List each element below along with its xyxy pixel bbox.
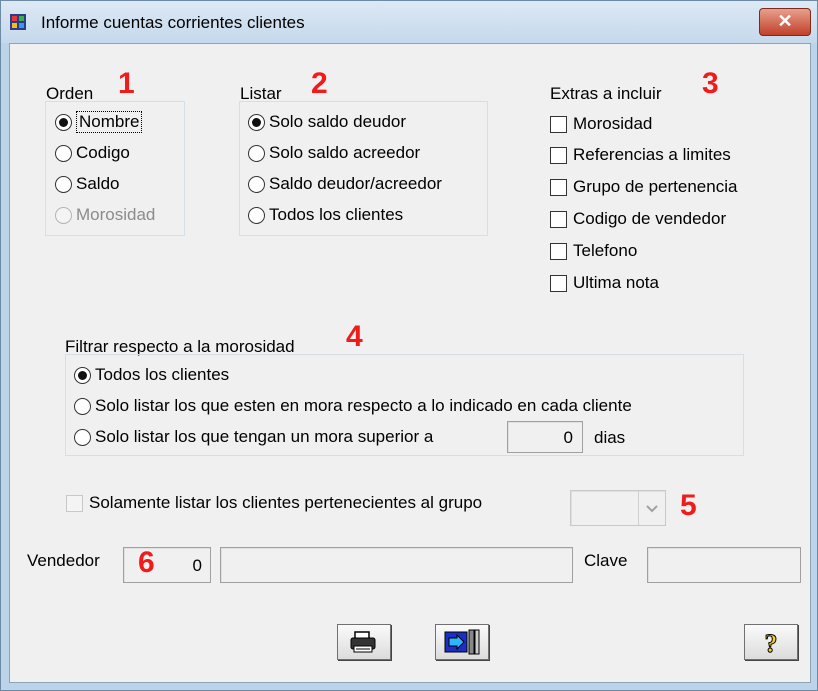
radio-icon (55, 206, 72, 224)
radio-icon[interactable] (74, 397, 91, 415)
vendedor-name-input[interactable] (220, 547, 573, 583)
option-label: Solo saldo deudor (269, 112, 407, 131)
svg-text:?: ? (765, 629, 778, 658)
grupo-select[interactable] (570, 490, 666, 526)
clave-input[interactable] (647, 547, 801, 583)
checkbox-icon[interactable] (66, 494, 83, 512)
orden-option-morosidad: Morosidad (55, 203, 155, 227)
option-label: Grupo de pertenencia (573, 177, 738, 196)
listar-option-deudor[interactable]: Solo saldo deudor (248, 110, 406, 134)
option-label: Todos los clientes (95, 365, 230, 384)
dialog-body: Orden 1 Nombre Codigo Saldo Morosidad Li… (9, 43, 811, 683)
extra-referencias[interactable]: Referencias a limites (550, 143, 731, 167)
days-value: 0 (563, 428, 573, 447)
close-button[interactable]: ✕ (759, 8, 811, 36)
radio-icon[interactable] (55, 144, 72, 162)
checkbox-icon[interactable] (550, 146, 567, 164)
vendedor-code-value: 0 (192, 556, 202, 575)
callout-1: 1 (118, 67, 135, 100)
listar-option-acreedor[interactable]: Solo saldo acreedor (248, 141, 420, 165)
grupo-filter[interactable]: Solamente listar los clientes pertenecie… (66, 491, 482, 515)
orden-option-saldo[interactable]: Saldo (55, 172, 119, 196)
print-button[interactable] (337, 624, 391, 660)
exit-button[interactable] (435, 624, 489, 660)
filtrar-option-mora-superior[interactable]: Solo listar los que tengan un mora super… (74, 425, 433, 449)
days-input[interactable]: 0 (507, 421, 583, 453)
checkbox-icon[interactable] (550, 178, 567, 196)
option-label: Solo listar los que esten en mora respec… (95, 396, 632, 415)
listar-option-deudor-acreedor[interactable]: Saldo deudor/acreedor (248, 172, 442, 196)
help-question-icon: ? (764, 629, 778, 659)
checkbox-icon[interactable] (550, 274, 567, 292)
days-label: dias (594, 428, 626, 447)
radio-icon[interactable] (248, 206, 265, 224)
checkbox-icon[interactable] (550, 115, 567, 133)
orden-option-nombre[interactable]: Nombre (55, 110, 143, 134)
help-button[interactable]: ? (744, 624, 798, 660)
orden-option-codigo[interactable]: Codigo (55, 141, 130, 165)
app-icon (10, 14, 26, 30)
window-title: Informe cuentas corrientes clientes (41, 13, 305, 32)
extra-telefono[interactable]: Telefono (550, 239, 637, 263)
radio-icon[interactable] (248, 113, 265, 131)
option-label: Saldo (76, 174, 120, 193)
radio-icon[interactable] (55, 175, 72, 193)
option-label: Referencias a limites (573, 145, 731, 164)
clave-label: Clave (584, 551, 628, 570)
exit-door-icon (444, 629, 480, 655)
radio-icon[interactable] (248, 175, 265, 193)
option-label: Morosidad (573, 114, 653, 133)
window: Informe cuentas corrientes clientes ✕ Or… (0, 0, 818, 691)
option-label: Solo saldo acreedor (269, 143, 421, 162)
callout-3: 3 (702, 67, 719, 100)
callout-4: 4 (346, 320, 363, 353)
option-label: Nombre (76, 111, 143, 133)
option-label: Saldo deudor/acreedor (269, 174, 442, 193)
option-label: Morosidad (76, 205, 156, 224)
filtrar-option-mora-cliente[interactable]: Solo listar los que esten en mora respec… (74, 394, 632, 418)
callout-2: 2 (311, 67, 328, 100)
option-label: Solo listar los que tengan un mora super… (95, 427, 434, 446)
vendedor-label: Vendedor (27, 551, 100, 570)
dropdown-button[interactable] (638, 491, 665, 525)
radio-icon[interactable] (55, 113, 72, 131)
option-label: Codigo (76, 143, 130, 162)
extra-codigo-vendedor[interactable]: Codigo de vendedor (550, 207, 726, 231)
extra-morosidad[interactable]: Morosidad (550, 112, 652, 136)
extra-grupo[interactable]: Grupo de pertenencia (550, 175, 737, 199)
extra-ultima-nota[interactable]: Ultima nota (550, 271, 659, 295)
option-label: Telefono (573, 241, 638, 260)
radio-icon[interactable] (248, 144, 265, 162)
title-bar: Informe cuentas corrientes clientes ✕ (1, 1, 817, 43)
option-label: Ultima nota (573, 273, 659, 292)
callout-5: 5 (680, 489, 697, 522)
option-label: Todos los clientes (269, 205, 404, 224)
grupo-label: Solamente listar los clientes pertenecie… (89, 493, 483, 512)
vendedor-code-input[interactable]: 0 (123, 547, 211, 583)
option-label: Codigo de vendedor (573, 209, 727, 228)
radio-icon[interactable] (74, 428, 91, 446)
callout-6: 6 (138, 546, 155, 579)
printer-icon (350, 631, 376, 653)
checkbox-icon[interactable] (550, 210, 567, 228)
filtrar-option-todos[interactable]: Todos los clientes (74, 363, 229, 387)
chevron-down-icon (646, 505, 658, 513)
listar-option-todos[interactable]: Todos los clientes (248, 203, 403, 227)
radio-icon[interactable] (74, 366, 91, 384)
checkbox-icon[interactable] (550, 242, 567, 260)
extras-legend: Extras a incluir (550, 84, 662, 103)
